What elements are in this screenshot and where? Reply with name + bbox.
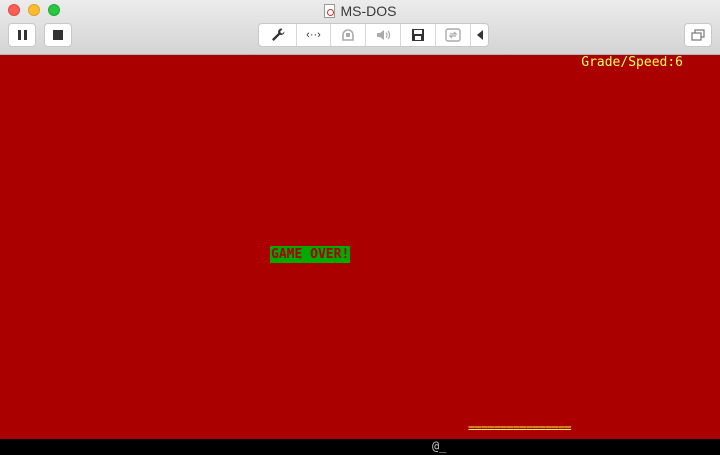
dos-screen[interactable]: Grade/Speed:6 GAME OVER! ===============…	[0, 55, 720, 439]
document-icon	[323, 4, 335, 18]
pause-button[interactable]	[9, 24, 35, 46]
window-mode-group	[684, 23, 712, 47]
network-button[interactable]: ‹··›	[296, 24, 330, 46]
window-title: MS-DOS	[0, 2, 720, 20]
center-toolbar: ‹··›	[258, 23, 489, 47]
prompt-cursor: @_	[432, 439, 447, 453]
stop-button[interactable]	[45, 24, 71, 46]
window-title-text: MS-DOS	[340, 3, 397, 19]
game-over-message: GAME OVER!	[270, 246, 351, 263]
sync-button[interactable]	[435, 24, 470, 46]
settings-button[interactable]	[259, 24, 296, 46]
sync-icon	[445, 28, 461, 42]
collapse-button[interactable]	[470, 24, 488, 46]
windows-icon	[691, 29, 705, 41]
stop-group	[44, 23, 72, 47]
network-arrows-icon: ‹··›	[306, 29, 321, 41]
vm-window: MS-DOS ‹··› Grade/Speed:6 GAME OVER! ===…	[0, 0, 720, 455]
device-icon	[342, 29, 354, 41]
speaker-icon	[377, 30, 391, 40]
floppy-icon	[412, 29, 424, 41]
triangle-left-icon	[476, 30, 483, 40]
window-mode-button[interactable]	[685, 24, 711, 46]
save-button[interactable]	[400, 24, 435, 46]
pause-group	[8, 23, 36, 47]
pause-icon	[17, 30, 27, 40]
device-button[interactable]	[330, 24, 365, 46]
title-bar: MS-DOS ‹··›	[0, 0, 720, 55]
grade-speed-readout: Grade/Speed:6	[581, 55, 683, 70]
dos-bottom-line: @_	[0, 439, 720, 455]
sound-button[interactable]	[365, 24, 400, 46]
paddle-bar: ================	[468, 421, 572, 435]
wrench-icon	[271, 28, 284, 41]
stop-icon	[53, 30, 63, 40]
